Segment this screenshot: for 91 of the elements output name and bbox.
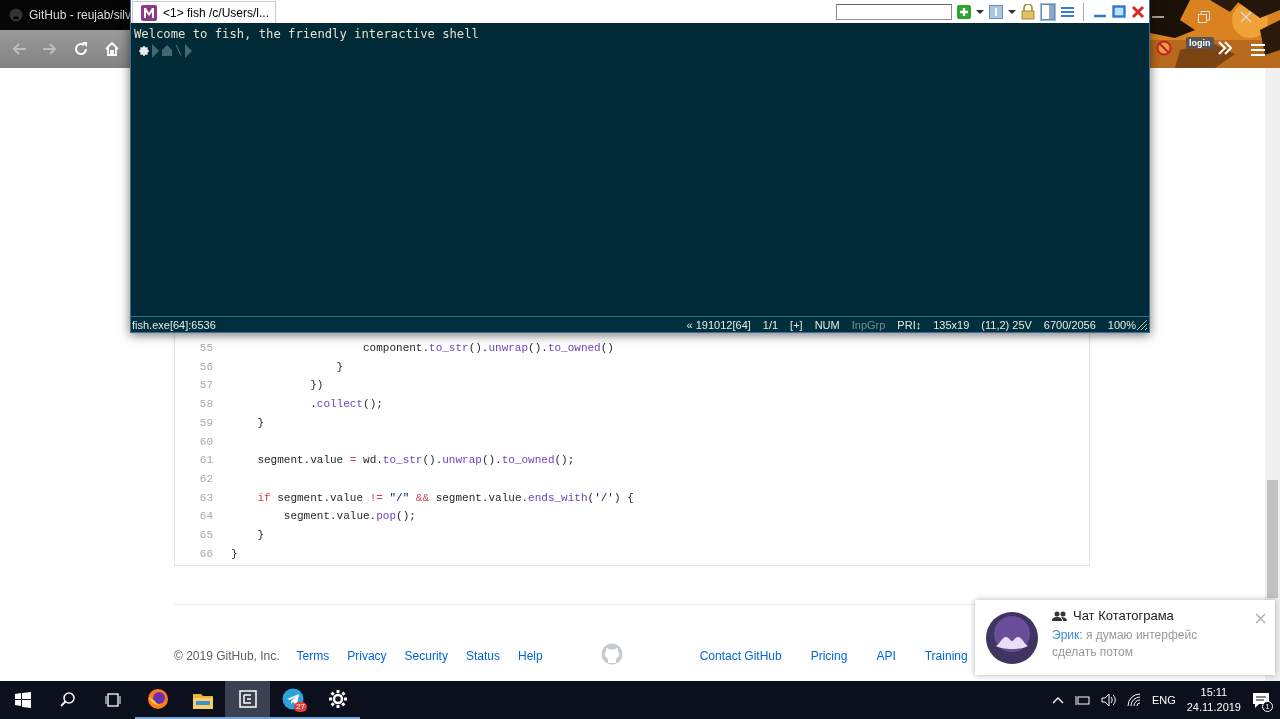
speaker-icon[interactable] <box>1100 693 1116 707</box>
footer-link[interactable]: API <box>876 648 896 663</box>
status-text: 6700/2056 <box>1043 318 1096 331</box>
status-text: InpGrp <box>851 318 886 331</box>
group-icon <box>1052 610 1067 621</box>
wifi-icon[interactable] <box>1126 693 1141 707</box>
home-icon[interactable] <box>104 41 120 57</box>
fox-browser-icon[interactable] <box>146 688 169 710</box>
task-view-icon[interactable] <box>104 692 121 708</box>
code-line: segment.value.pop(); <box>282 510 416 523</box>
code-line: .collect(); <box>309 398 383 411</box>
line-number: 57 <box>198 379 214 392</box>
search-field[interactable] <box>836 3 952 20</box>
copyright-text: © 2019 GitHub, Inc. <box>174 648 280 663</box>
panel-icon[interactable] <box>989 4 1003 19</box>
lock-icon[interactable] <box>1021 3 1035 20</box>
console-text: Welcome to fish, the friendly interactive shell <box>134 27 480 42</box>
status-text: PRI↕ <box>897 318 922 331</box>
code-line: } <box>256 528 264 541</box>
login-extension-button[interactable]: login <box>1186 37 1214 49</box>
footer-link[interactable]: Terms <box>296 648 330 663</box>
new-console-icon[interactable] <box>957 4 971 19</box>
clock-date[interactable]: 24.11.2019 <box>1186 700 1241 715</box>
status-text: 135x19 <box>933 318 970 331</box>
status-text: fish.exe[64]:6536 <box>132 318 216 331</box>
close-icon[interactable] <box>1131 4 1145 19</box>
scrollbar[interactable] <box>1265 68 1280 681</box>
language-indicator[interactable]: ENG <box>1151 694 1176 706</box>
taskbar-button[interactable]: 27 <box>270 681 315 719</box>
notification-card[interactable]: Чат Котатограма Эрик: я думаю интерфейс сделать потом <box>975 600 1275 675</box>
line-number: 65 <box>198 528 214 541</box>
status-text: NUM <box>814 318 840 331</box>
caret-icon[interactable] <box>976 7 984 16</box>
search-icon[interactable] <box>59 692 76 708</box>
prompt-chevron-icon <box>152 43 159 58</box>
layout-icon[interactable] <box>1041 3 1055 20</box>
paper-plane-icon[interactable] <box>281 688 304 710</box>
clock-time[interactable]: 15:11 <box>1186 685 1241 700</box>
notification-message: Эрик: я думаю интерфейс сделать потом <box>1052 627 1199 661</box>
notification-title: Чат Котатограма <box>1073 608 1174 623</box>
blocked-icon[interactable] <box>1156 40 1172 56</box>
footer-link[interactable]: Privacy <box>347 648 387 663</box>
prompt-path: \ <box>175 43 183 58</box>
line-number: 63 <box>198 491 214 504</box>
status-text: 100% <box>1107 318 1136 331</box>
code-line: } <box>335 360 344 373</box>
status-text: « 191012[64] <box>686 318 751 331</box>
footer-link[interactable]: Contact GitHub <box>699 648 782 663</box>
terminal-logo-icon <box>141 4 157 21</box>
footer-link[interactable]: Training <box>924 648 968 663</box>
windows-logo-icon[interactable] <box>14 692 31 708</box>
browser-tab[interactable]: GitHub - reujab/silv <box>29 8 132 22</box>
github-logo-icon <box>9 8 23 22</box>
status-text: (11,2) 25V <box>981 318 1032 331</box>
footer-link[interactable]: Security <box>404 648 448 663</box>
status-text: 1/1 <box>762 318 779 331</box>
resize-grip-icon[interactable] <box>1136 318 1148 331</box>
line-number: 62 <box>198 472 214 485</box>
chevrons-icon[interactable] <box>1218 41 1232 55</box>
footer-link[interactable]: Pricing <box>810 648 848 663</box>
code-line: } <box>231 547 238 560</box>
code-line: } <box>256 416 264 429</box>
line-number: 59 <box>198 416 214 429</box>
code-line: }) <box>309 379 324 392</box>
status-text: [+] <box>790 318 803 331</box>
taskbar-button[interactable] <box>225 681 270 719</box>
prompt-chevron-icon <box>185 43 193 58</box>
line-number: 56 <box>198 360 214 373</box>
gear-icon <box>139 45 149 56</box>
settings-icon[interactable] <box>328 690 347 708</box>
footer-link[interactable]: Status <box>465 648 500 663</box>
footer-link[interactable]: Help <box>517 648 543 663</box>
terminal-icon[interactable] <box>238 690 257 708</box>
line-number: 66 <box>198 547 214 560</box>
code-line: segment.value = wd.to_str().unwrap().to_owned(); <box>256 454 575 467</box>
chevron-up-icon[interactable] <box>1051 695 1064 705</box>
line-number: 58 <box>198 398 214 411</box>
line-number: 55 <box>198 342 214 355</box>
code-line: if segment.value != "/" && segment.value.ends_with('/') { <box>256 491 634 504</box>
reload-icon[interactable] <box>73 41 89 57</box>
code-line: component.to_str().unwrap().to_owned() <box>362 342 614 355</box>
chat-avatar-icon <box>986 611 1038 664</box>
line-number: 64 <box>198 510 214 523</box>
maximize-icon[interactable] <box>1112 5 1126 18</box>
console-area[interactable]: Welcome to fish, the friendly interactive shell \ <box>131 23 1149 316</box>
line-number: 61 <box>198 454 214 467</box>
network-icon[interactable] <box>1074 694 1090 706</box>
caret-icon[interactable] <box>1008 7 1016 16</box>
line-number: 60 <box>198 435 214 448</box>
home-icon <box>162 45 172 56</box>
console-tab[interactable]: <1> fish /c/Users/l... <box>132 1 277 23</box>
